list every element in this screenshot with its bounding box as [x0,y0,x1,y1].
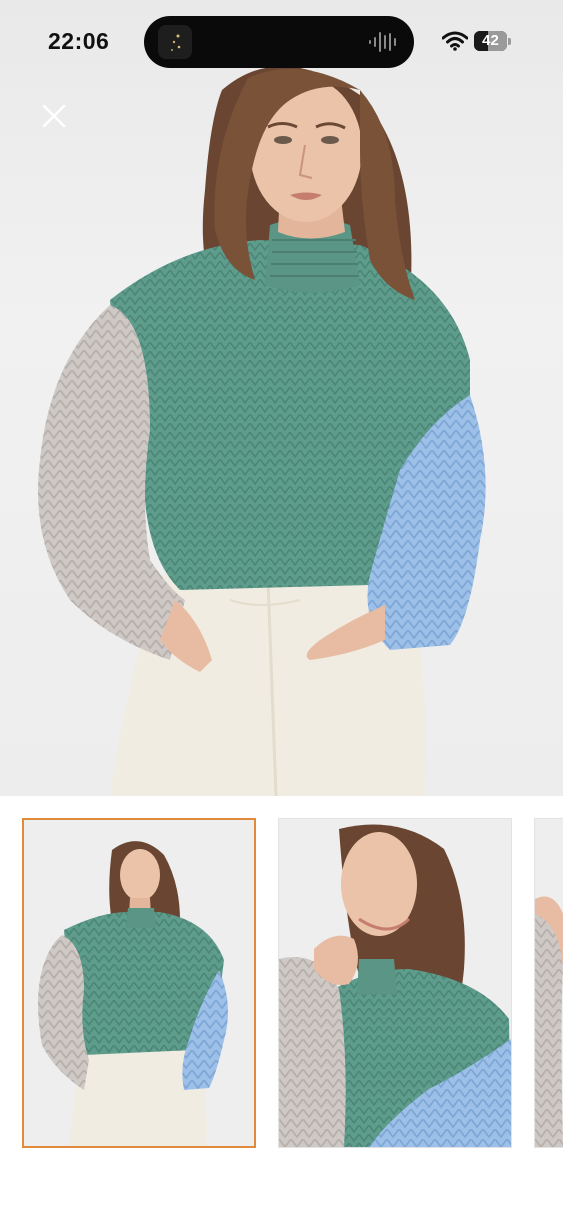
audio-waveform-icon [369,32,396,52]
close-button[interactable] [34,96,74,136]
wifi-icon [442,31,468,51]
battery-icon: 42 [474,31,512,51]
thumbnail-partial[interactable] [534,818,563,1148]
status-time: 22:06 [48,28,110,54]
dynamic-island[interactable] [144,16,414,68]
now-playing-artwork-icon [158,25,192,59]
thumbnail-strip[interactable] [0,796,563,1219]
thumbnail-image [24,820,254,1146]
close-icon [42,104,66,128]
battery-percent: 42 [482,32,499,49]
status-bar: 22:06 42 [0,0,563,84]
thumbnail-side[interactable] [278,818,512,1148]
main-product-image[interactable] [0,0,563,796]
thumbnail-image [279,819,511,1147]
product-image-viewer: 22:06 42 [0,0,563,1219]
thumbnail-front[interactable] [22,818,256,1148]
model-photo [38,66,486,796]
thumbnail-image [535,819,563,1147]
